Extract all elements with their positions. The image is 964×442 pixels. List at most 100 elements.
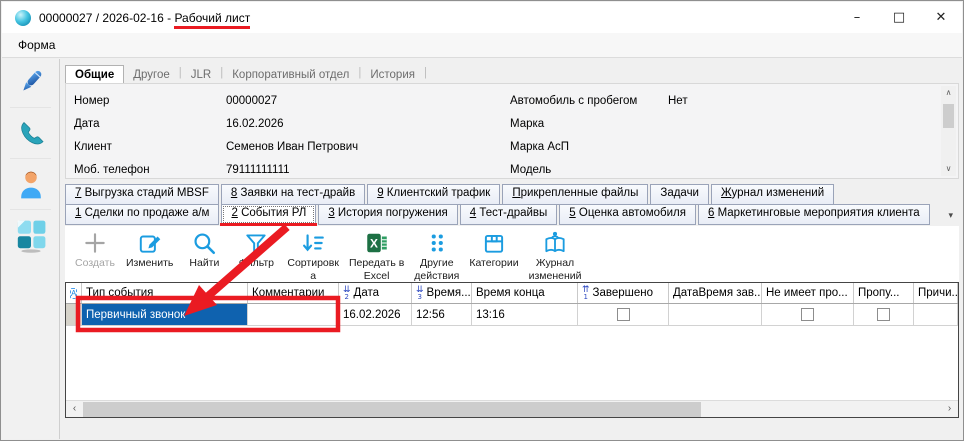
cell-completed[interactable]	[578, 304, 669, 326]
minimize-button[interactable]: –	[836, 2, 878, 33]
scrollbar-thumb[interactable]	[83, 402, 701, 417]
scrollbar-thumb[interactable]	[943, 104, 954, 128]
tab-tasks[interactable]: Задачи	[650, 184, 709, 205]
tab-test-drive-requests[interactable]: 8 Заявки на тест-драйв	[221, 184, 365, 205]
maximize-button[interactable]: □	[878, 2, 920, 33]
filter-icon	[243, 230, 269, 256]
form-tab-corporate[interactable]: Корпоративный отдел	[223, 66, 358, 83]
sort-asc-icon: ⇈1	[582, 287, 590, 300]
tab-marketing-events[interactable]: 6 Маркетинговые мероприятия клиента	[698, 204, 930, 225]
column-header-date[interactable]: ⇊2Дата	[339, 283, 412, 303]
cell-datetime-done[interactable]	[669, 304, 762, 326]
edit-button[interactable]: Изменить	[121, 226, 178, 270]
scroll-right-icon[interactable]: ›	[941, 401, 958, 418]
change-log-button[interactable]: Журнализменений	[524, 226, 587, 282]
column-header-event-type[interactable]: Тип события	[82, 283, 248, 303]
field-value-mobile: 79111111111	[226, 164, 494, 176]
column-header-no-extension[interactable]: Не имеет про...	[762, 283, 854, 303]
dots-grid-icon	[424, 230, 450, 256]
field-label-client: Клиент	[74, 141, 226, 153]
column-header-datetime-done[interactable]: ДатаВремя зав...	[669, 283, 762, 303]
grid-corner-cell[interactable]: A1	[66, 283, 82, 303]
tiles-icon	[14, 217, 48, 253]
column-header-missed[interactable]: Пропу...	[854, 283, 914, 303]
cell-reason[interactable]	[914, 304, 958, 326]
create-button[interactable]: Создать	[69, 226, 121, 270]
form-tab-general[interactable]: Общие	[65, 65, 124, 83]
column-header-time-end[interactable]: Время конца	[472, 283, 578, 303]
table-row[interactable]: : Первичный звонок 16.02.2026 12:56 13:1…	[66, 304, 958, 326]
tab-worksheet-events[interactable]: 2 События РЛ	[221, 204, 316, 225]
detail-tab-strip: 7 Выгрузка стадий MBSF 8 Заявки на тест-…	[65, 184, 959, 226]
plus-icon	[82, 230, 108, 256]
tab-change-log[interactable]: Журнал изменений	[711, 184, 834, 205]
box-icon	[481, 230, 507, 256]
form-vertical-scrollbar[interactable]: ∧ ∨	[941, 86, 956, 176]
grid-empty-area	[66, 326, 958, 400]
sort-button[interactable]: Сортировка	[282, 226, 344, 282]
tab-client-traffic[interactable]: 9 Клиентский трафик	[367, 184, 500, 205]
sidebar-item-tiles[interactable]	[2, 212, 60, 258]
more-actions-button[interactable]: Другиедействия	[409, 226, 464, 282]
checkbox-no-extension[interactable]	[801, 308, 814, 321]
scroll-up-icon[interactable]: ∧	[941, 86, 956, 100]
form-panel: Номер00000027 Дата16.02.2026 КлиентСемен…	[65, 83, 959, 179]
close-button[interactable]: ✕	[920, 2, 962, 33]
tab-immersion-history[interactable]: 3 История погружения	[318, 204, 457, 225]
field-value-number: 00000027	[226, 95, 494, 107]
detail-tab-row-1: 7 Выгрузка стадий MBSF 8 Заявки на тест-…	[65, 184, 959, 205]
menu-form[interactable]: Форма	[2, 38, 65, 52]
tab-separator: |	[424, 67, 427, 79]
sidebar-divider	[10, 158, 51, 159]
tab-car-sale-deals[interactable]: 1 Сделки по продаже а/м	[65, 204, 219, 225]
sidebar-divider	[10, 209, 51, 210]
scroll-left-icon[interactable]: ‹	[66, 401, 83, 418]
cell-comments[interactable]	[248, 304, 339, 326]
tab-car-appraisal[interactable]: 5 Оценка автомобиля	[559, 204, 696, 225]
cell-no-extension[interactable]	[762, 304, 854, 326]
field-label-date: Дата	[74, 118, 226, 130]
column-header-time-start[interactable]: ⇊3Время...	[412, 283, 472, 303]
window-title-highlight: Рабочий лист	[174, 11, 250, 29]
cell-date[interactable]: 16.02.2026	[339, 304, 412, 326]
grid-horizontal-scrollbar[interactable]: ‹ ›	[66, 400, 958, 417]
field-value-client: Семенов Иван Петрович	[226, 141, 494, 153]
field-label-brand: Марка	[510, 118, 668, 130]
categories-button[interactable]: Категории	[464, 226, 523, 270]
form-tab-jlr[interactable]: JLR	[182, 66, 220, 83]
sidebar-item-phone[interactable]	[2, 110, 60, 156]
sidebar-item-person[interactable]	[2, 161, 60, 207]
filter-button[interactable]: Фильтр	[230, 226, 282, 270]
tab-mbsf-stages[interactable]: 7 Выгрузка стадий MBSF	[65, 184, 219, 205]
scroll-down-icon[interactable]: ∨	[941, 162, 956, 176]
column-header-comments[interactable]: Комментарии	[248, 283, 339, 303]
column-header-completed[interactable]: ⇈1Завершено	[578, 283, 669, 303]
excel-icon: X	[364, 230, 390, 256]
sidebar-divider	[10, 107, 51, 108]
app-icon	[15, 10, 31, 26]
field-value-used-car: Нет	[668, 95, 930, 107]
find-button[interactable]: Найти	[178, 226, 230, 270]
cell-time-start[interactable]: 12:56	[412, 304, 472, 326]
column-header-reason[interactable]: Причи...	[914, 283, 958, 303]
form-tab-history[interactable]: История	[361, 66, 424, 83]
cell-missed[interactable]	[854, 304, 914, 326]
form-tab-other[interactable]: Другое	[124, 66, 179, 83]
app-window: 00000027 / 2026-02-16 - Рабочий лист – □…	[0, 0, 964, 441]
tab-overflow-arrow-icon[interactable]: ▾	[948, 210, 953, 221]
checkbox-completed[interactable]	[617, 308, 630, 321]
tab-attached-files[interactable]: Прикрепленные файлы	[502, 184, 648, 205]
title-bar: 00000027 / 2026-02-16 - Рабочий лист – □…	[2, 2, 962, 33]
checkbox-missed[interactable]	[877, 308, 890, 321]
cell-event-type[interactable]: Первичный звонок	[82, 304, 248, 326]
window-title: 00000027 / 2026-02-16 - Рабочий лист	[39, 11, 250, 25]
phone-icon	[16, 118, 46, 148]
tab-test-drives[interactable]: 4 Тест-драйвы	[460, 204, 558, 225]
sidebar-item-pen[interactable]	[2, 59, 60, 105]
window-title-prefix: 00000027 / 2026-02-16 -	[39, 11, 174, 25]
sort-desc-icon: ⇊2	[343, 287, 351, 300]
cell-time-end[interactable]: 13:16	[472, 304, 578, 326]
export-excel-button[interactable]: X Передать вExcel	[344, 226, 409, 282]
row-header-cell[interactable]: :	[66, 304, 82, 326]
field-label-number: Номер	[74, 95, 226, 107]
